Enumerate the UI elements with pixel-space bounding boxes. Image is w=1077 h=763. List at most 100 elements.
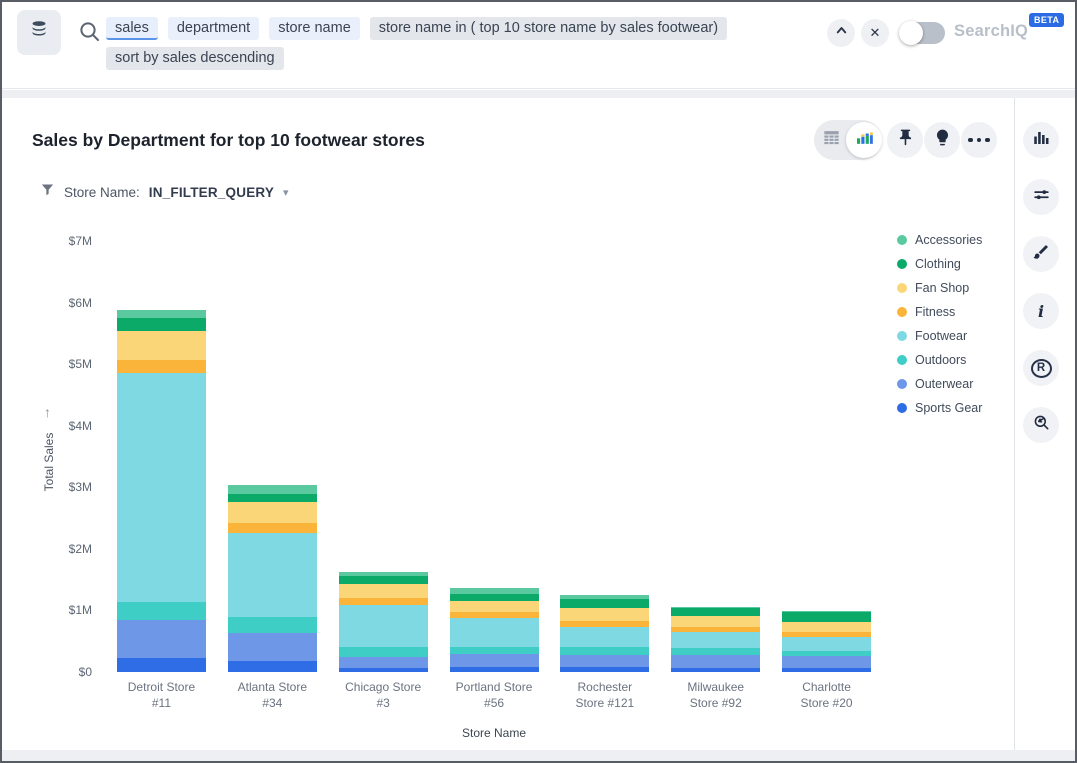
bar-segment[interactable]: [117, 620, 206, 658]
bar-segment[interactable]: [228, 523, 317, 533]
bar-segment[interactable]: [560, 655, 649, 667]
r-analysis-button[interactable]: R: [1023, 350, 1059, 386]
filter-chip[interactable]: Store Name: IN_FILTER_QUERY ▾: [40, 182, 289, 202]
pin-icon: [896, 128, 915, 152]
legend-item[interactable]: Sports Gear: [897, 396, 982, 420]
legend-label: Sports Gear: [915, 401, 982, 415]
clear-search-button[interactable]: ✕: [861, 19, 889, 47]
legend-item[interactable]: Accessories: [897, 228, 982, 252]
collapse-search-button[interactable]: [827, 19, 855, 47]
bar-segment[interactable]: [228, 533, 317, 617]
legend-item[interactable]: Fan Shop: [897, 276, 982, 300]
search-token[interactable]: sales: [106, 17, 158, 40]
bar-segment[interactable]: [782, 668, 871, 672]
bar-segment[interactable]: [450, 618, 539, 647]
bar-detroit-store-11[interactable]: [117, 310, 206, 672]
bar-segment[interactable]: [671, 655, 760, 669]
plot-area: [106, 241, 882, 672]
chart-view-toggle[interactable]: [846, 122, 882, 158]
bar-chart-colored-icon: [855, 128, 874, 152]
legend: AccessoriesClothingFan ShopFitnessFootwe…: [897, 228, 982, 420]
chevron-down-icon: ▾: [283, 186, 289, 199]
bar-segment[interactable]: [450, 594, 539, 601]
bar-segment[interactable]: [671, 608, 760, 616]
bar-segment[interactable]: [117, 658, 206, 672]
bar-segment[interactable]: [782, 622, 871, 632]
search-token[interactable]: department: [168, 17, 259, 40]
bar-segment[interactable]: [228, 661, 317, 672]
more-options-button[interactable]: [961, 122, 997, 158]
bar-segment[interactable]: [560, 647, 649, 655]
bar-segment[interactable]: [117, 602, 206, 620]
data-source-button[interactable]: [17, 10, 61, 55]
chevron-up-icon: [834, 23, 849, 43]
bar-rochester-store-121[interactable]: [560, 595, 649, 672]
bar-segment[interactable]: [671, 616, 760, 627]
bar-segment[interactable]: [228, 633, 317, 661]
bar-segment[interactable]: [450, 601, 539, 612]
bar-segment[interactable]: [560, 608, 649, 622]
bar-segment[interactable]: [339, 584, 428, 598]
table-icon: [822, 128, 841, 152]
search-input[interactable]: sales department store name store name in (…: [106, 17, 812, 70]
configure-button[interactable]: [1023, 179, 1059, 215]
legend-item[interactable]: Clothing: [897, 252, 982, 276]
bar-segment[interactable]: [228, 494, 317, 502]
bar-segment[interactable]: [560, 627, 649, 646]
search-token[interactable]: store name in ( top 10 store name by sal…: [370, 17, 727, 40]
legend-item[interactable]: Fitness: [897, 300, 982, 324]
y-axis-title: Total Sales: [42, 433, 56, 492]
bar-segment[interactable]: [117, 360, 206, 373]
search-token[interactable]: sort by sales descending: [106, 47, 284, 70]
bar-portland-store-56[interactable]: [450, 588, 539, 672]
searchiq-toggle[interactable]: [900, 22, 945, 44]
bar-segment[interactable]: [117, 373, 206, 602]
bar-segment[interactable]: [339, 598, 428, 605]
bar-segment[interactable]: [782, 637, 871, 651]
info-button[interactable]: i: [1023, 293, 1059, 329]
bar-segment[interactable]: [117, 331, 206, 359]
search-token[interactable]: store name: [269, 17, 360, 40]
bar-segment[interactable]: [339, 647, 428, 657]
style-button[interactable]: [1023, 236, 1059, 272]
legend-item[interactable]: Outdoors: [897, 348, 982, 372]
bar-segment[interactable]: [560, 667, 649, 672]
bar-segment[interactable]: [117, 318, 206, 331]
bar-segment[interactable]: [450, 667, 539, 672]
bar-milwaukee-store-92[interactable]: [671, 607, 760, 672]
right-toolbar: i R: [1015, 98, 1075, 750]
legend-item[interactable]: Outerwear: [897, 372, 982, 396]
y-axis: $0$1M$2M$3M$4M$5M$6M$7M: [30, 241, 92, 672]
legend-dot: [897, 379, 907, 389]
insights-button[interactable]: [924, 122, 960, 158]
table-view-toggle[interactable]: [814, 128, 848, 152]
x-axis: Detroit Store#11Atlanta Store#34Chicago …: [106, 680, 882, 714]
bar-chicago-store-3[interactable]: [339, 572, 428, 672]
bar-segment[interactable]: [228, 617, 317, 633]
bar-segment[interactable]: [782, 612, 871, 622]
legend-label: Outdoors: [915, 353, 966, 367]
x-tick-label: Detroit Store#11: [106, 680, 217, 711]
bar-segment[interactable]: [450, 647, 539, 654]
bar-segment[interactable]: [671, 668, 760, 672]
info-icon: i: [1038, 302, 1044, 321]
bar-segment[interactable]: [339, 576, 428, 584]
bar-segment[interactable]: [117, 310, 206, 319]
bar-segment[interactable]: [671, 632, 760, 649]
bar-segment[interactable]: [228, 502, 317, 523]
x-tick-label: Portland Store#56: [439, 680, 550, 711]
x-tick-label: RochesterStore #121: [549, 680, 660, 711]
pin-button[interactable]: [887, 122, 923, 158]
bar-charlotte-store-20[interactable]: [782, 611, 871, 672]
bar-segment[interactable]: [560, 599, 649, 608]
bar-segment[interactable]: [228, 485, 317, 494]
legend-item[interactable]: Footwear: [897, 324, 982, 348]
change-chart-button[interactable]: [1023, 122, 1059, 158]
bar-segment[interactable]: [339, 605, 428, 648]
bar-segment[interactable]: [339, 668, 428, 672]
bar-atlanta-store-34[interactable]: [228, 485, 317, 672]
explore-insight-button[interactable]: [1023, 407, 1059, 443]
bar-segment[interactable]: [339, 657, 428, 668]
bar-segment[interactable]: [450, 654, 539, 668]
bar-segment[interactable]: [782, 656, 871, 668]
